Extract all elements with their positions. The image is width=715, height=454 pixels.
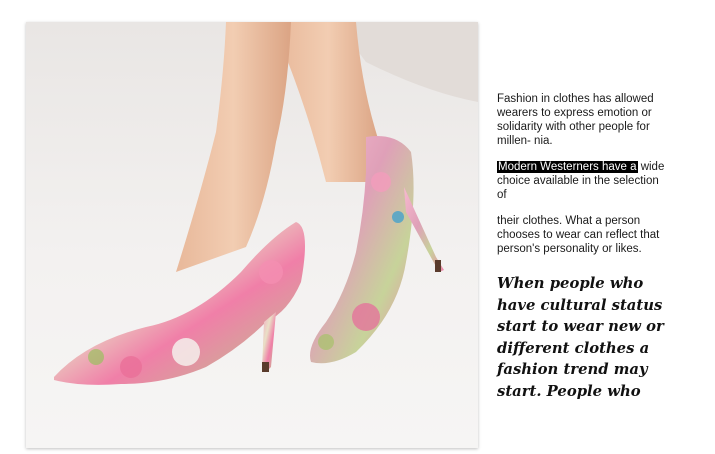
paragraph-3: their clothes. What a person chooses to … [497, 215, 660, 255]
paragraph-2: Modern Westerners have a wide choice ava… [497, 160, 669, 202]
article-text: Fashion in clothes has allowed wearers t… [497, 92, 669, 402]
paragraph-1: Fashion in clothes has allowed wearers t… [497, 93, 654, 147]
product-photo [26, 22, 478, 448]
highlighted-text: Modern Westerners have a [497, 161, 638, 173]
pull-quote: When people who have cultural status sta… [497, 275, 664, 400]
floral-heels-illustration [26, 22, 478, 448]
